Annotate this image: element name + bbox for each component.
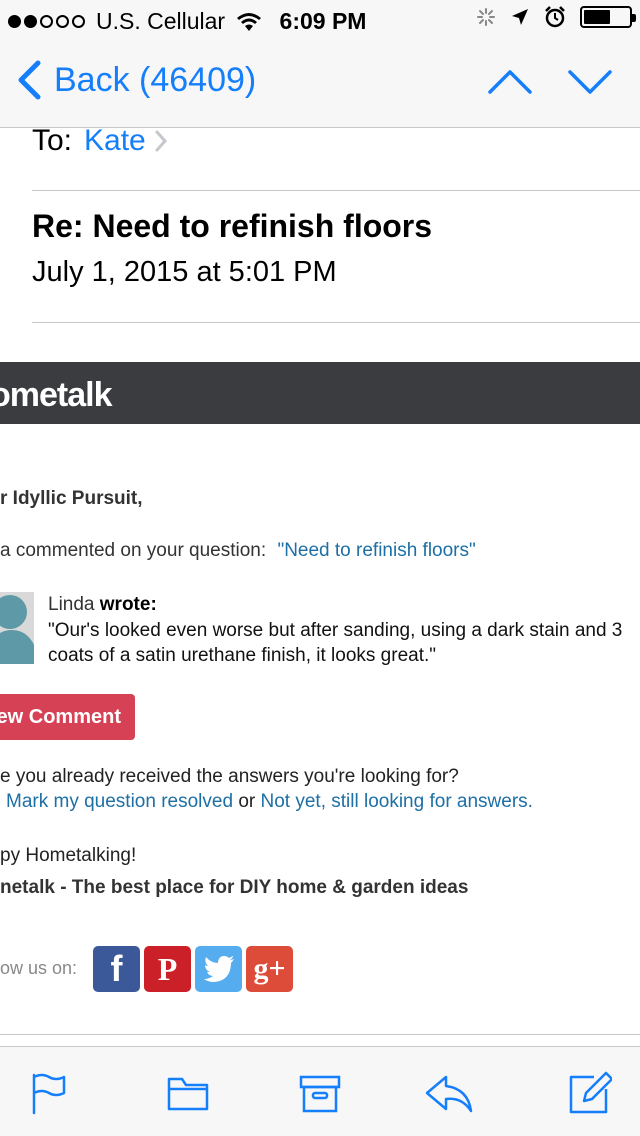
battery-fill [584,10,611,24]
twitter-icon[interactable] [195,946,242,992]
comment-author-line: Linda wrote: [48,594,157,616]
social-links: f P g+ [93,946,293,992]
question-prompt: e you already received the answers you'r… [0,766,459,787]
back-button-label: Back (46409) [54,60,257,99]
not-yet-link[interactable]: Not yet, still looking for answers. [261,791,533,812]
comment-notice: a commented on your question: "Need to r… [0,540,476,562]
reply-icon[interactable] [424,1071,474,1115]
status-right [476,6,636,28]
battery-icon [580,6,636,28]
location-arrow-icon [512,9,528,25]
person-silhouette-icon [0,595,34,664]
recipient-name[interactable]: Kate [84,124,146,158]
mark-resolved-link[interactable]: Mark my question resolved [6,791,233,812]
bottom-toolbar [0,1046,640,1136]
brand-tagline: netalk - The best place for DIY home & g… [0,877,469,898]
chevron-right-icon[interactable] [154,129,168,153]
email-greeting: r Idyllic Pursuit, [0,488,143,509]
chevron-left-icon [18,60,41,100]
recipient-line: To: Kate [32,124,168,158]
flag-icon[interactable] [28,1071,72,1115]
commenter-name[interactable]: Linda [48,594,95,615]
folder-icon[interactable] [166,1071,210,1115]
archive-icon[interactable] [298,1071,342,1115]
brand-logo: ometalk [0,376,112,414]
pinterest-icon[interactable]: P [144,946,191,992]
follow-label: ow us on: [0,958,78,978]
message-date: July 1, 2015 at 5:01 PM [32,256,337,288]
comment-text: "Our's looked even worse but after sandi… [48,620,623,666]
google-plus-icon[interactable]: g+ [246,946,293,992]
view-comment-button[interactable]: ew Comment [0,694,135,740]
facebook-icon[interactable]: f [93,946,140,992]
resolve-options: Mark my question resolved or Not yet, st… [6,791,533,813]
divider [0,1034,640,1035]
back-button[interactable]: Back (46409) [16,60,256,100]
chevron-up-icon[interactable] [488,68,532,96]
battery-nub [632,14,636,22]
divider [32,190,640,191]
email-banner: ometalk [0,362,640,424]
wrote-label: wrote: [99,594,157,615]
question-link[interactable]: "Need to refinish floors" [277,540,475,561]
divider [32,322,640,323]
or-text: or [238,791,256,812]
twitter-bird-icon [203,956,234,982]
activity-spinner-icon [477,8,495,26]
notice-text: a commented on your question: [0,540,267,561]
message-nav-arrows [488,68,612,96]
compose-icon[interactable] [568,1071,612,1115]
to-label: To: [32,124,73,157]
message-subject: Re: Need to refinish floors [32,208,433,244]
nav-bar: Back (46409) [0,40,640,128]
alarm-clock-icon [545,6,565,28]
status-bar: U.S. Cellular 6:09 PM [0,0,640,40]
avatar [0,592,34,664]
signoff-text: py Hometalking! [0,845,137,866]
chevron-down-icon[interactable] [568,68,612,96]
